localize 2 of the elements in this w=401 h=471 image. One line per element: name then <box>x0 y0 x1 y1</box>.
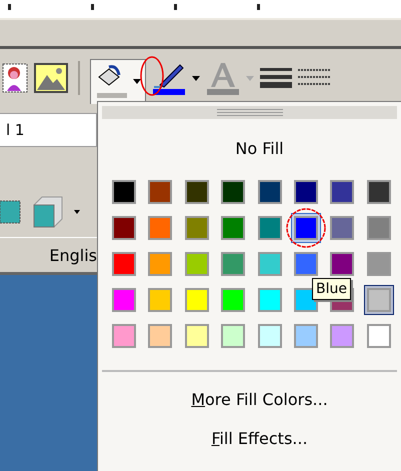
tooltip: Blue <box>312 278 351 300</box>
language-label: Englis <box>49 246 97 264</box>
